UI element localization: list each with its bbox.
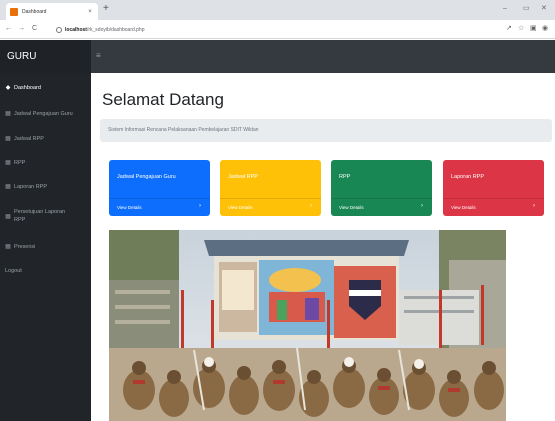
chevron-right-icon: › <box>421 203 423 209</box>
card-jadwal-rpp: Jadwal RPP View Details › <box>220 160 321 216</box>
sidebar-toggle-icon[interactable]: ≡ <box>96 51 101 61</box>
tab-close-icon[interactable]: × <box>86 9 94 15</box>
tab-title: Dashboard <box>22 8 47 15</box>
chevron-right-icon: › <box>199 203 201 209</box>
share-icon[interactable]: ↗ <box>506 25 512 33</box>
table-icon: ▦ <box>5 111 11 117</box>
card-laporan-rpp: Laporan RPP View Details › <box>443 160 544 216</box>
main-content: Selamat Datang Sistem Informasi Rencana … <box>91 73 555 421</box>
reload-icon[interactable]: C <box>32 25 37 33</box>
chevron-right-icon: › <box>310 203 312 209</box>
minimize-icon[interactable]: – <box>503 5 507 13</box>
sidebar-item-label: Dashboard <box>14 85 41 91</box>
browser-tab-bar: Dashboard × + – ▭ ✕ <box>0 0 555 20</box>
card-rpp: RPP View Details › <box>331 160 432 216</box>
view-details-link[interactable]: View Details <box>451 205 476 210</box>
card-footer-link[interactable]: View Details › <box>331 198 432 216</box>
card-title: Jadwal RPP <box>228 174 258 180</box>
sidebar-item-persetujuan-laporan-rpp[interactable]: ▦ Persetujuan Laporan RPP <box>5 208 89 224</box>
browser-tab[interactable]: Dashboard × <box>6 3 98 20</box>
view-details-link[interactable]: View Details <box>228 205 253 210</box>
card-footer-link[interactable]: View Details › <box>220 198 321 216</box>
favicon-icon <box>10 7 18 16</box>
chevron-right-icon: › <box>533 203 535 209</box>
sidebar-item-label: Presensi <box>14 244 36 250</box>
sidebar-item-jadwal-rpp[interactable]: ▦ Jadwal RPP <box>5 135 89 143</box>
table-icon: ▦ <box>5 184 11 190</box>
back-icon[interactable]: ← <box>5 25 12 33</box>
brand-title[interactable]: GURU <box>0 40 91 73</box>
profile-icon[interactable]: ◉ <box>542 25 548 33</box>
side-panel-icon[interactable]: ▣ <box>530 25 537 33</box>
table-icon: ▦ <box>5 244 11 250</box>
sidebar-item-presensi[interactable]: ▦ Presensi <box>5 243 89 251</box>
url-host: localhost <box>65 26 87 33</box>
school-photo <box>109 230 506 421</box>
top-navbar: GURU ≡ <box>0 40 555 73</box>
page-title: Selamat Datang <box>102 90 224 109</box>
sidebar-item-logout[interactable]: Logout <box>5 267 89 275</box>
sidebar-item-rpp[interactable]: ▦ RPP <box>5 159 89 167</box>
site-info-icon[interactable] <box>56 26 62 33</box>
table-icon: ▦ <box>5 214 11 220</box>
sidebar-item-label: Jadwal RPP <box>14 136 44 142</box>
new-tab-icon[interactable]: + <box>103 4 109 14</box>
close-window-icon[interactable]: ✕ <box>541 5 547 13</box>
url-path: /rk_sdoyib/dashboard.php <box>86 26 145 33</box>
card-jadwal-pengajuan-guru: Jadwal Pengajuan Guru View Details › <box>109 160 210 216</box>
breadcrumb: Sistem Informasi Rencana Pelaksanaan Pem… <box>100 119 552 142</box>
school-photo-illustration <box>109 230 506 421</box>
url-field[interactable]: localhost/rk_sdoyib/dashboard.php <box>56 24 486 35</box>
star-icon[interactable]: ☆ <box>518 25 524 33</box>
forward-icon[interactable]: → <box>18 25 25 33</box>
sidebar-item-label: Persetujuan Laporan RPP <box>14 209 66 223</box>
sidebar-item-label: Logout <box>5 268 22 274</box>
view-details-link[interactable]: View Details <box>339 205 364 210</box>
sidebar-item-label: Jadwal Pengajuan Guru <box>14 111 73 117</box>
sidebar-item-label: Laporan RPP <box>14 184 48 190</box>
card-title: Laporan RPP <box>451 174 485 180</box>
sidebar-item-jadwal-pengajuan-guru[interactable]: ▦ Jadwal Pengajuan Guru <box>5 110 89 118</box>
view-details-link[interactable]: View Details <box>117 205 142 210</box>
table-icon: ▦ <box>5 136 11 142</box>
sidebar-item-laporan-rpp[interactable]: ▦ Laporan RPP <box>5 183 89 191</box>
card-title: RPP <box>339 174 351 180</box>
card-title: Jadwal Pengajuan Guru <box>117 174 176 180</box>
sidebar-item-label: RPP <box>14 160 26 166</box>
url-text: localhost/rk_sdoyib/dashboard.php <box>65 27 145 33</box>
sidebar-item-dashboard[interactable]: ◆ Dashboard <box>5 84 89 92</box>
maximize-icon[interactable]: ▭ <box>523 5 530 13</box>
card-footer-link[interactable]: View Details › <box>109 198 210 216</box>
address-bar: ← → C localhost/rk_sdoyib/dashboard.php … <box>0 20 555 39</box>
card-footer-link[interactable]: View Details › <box>443 198 544 216</box>
table-icon: ▦ <box>5 160 11 166</box>
sidebar: ◆ Dashboard ▦ Jadwal Pengajuan Guru ▦ Ja… <box>0 73 91 421</box>
dashboard-icon: ◆ <box>5 85 11 91</box>
